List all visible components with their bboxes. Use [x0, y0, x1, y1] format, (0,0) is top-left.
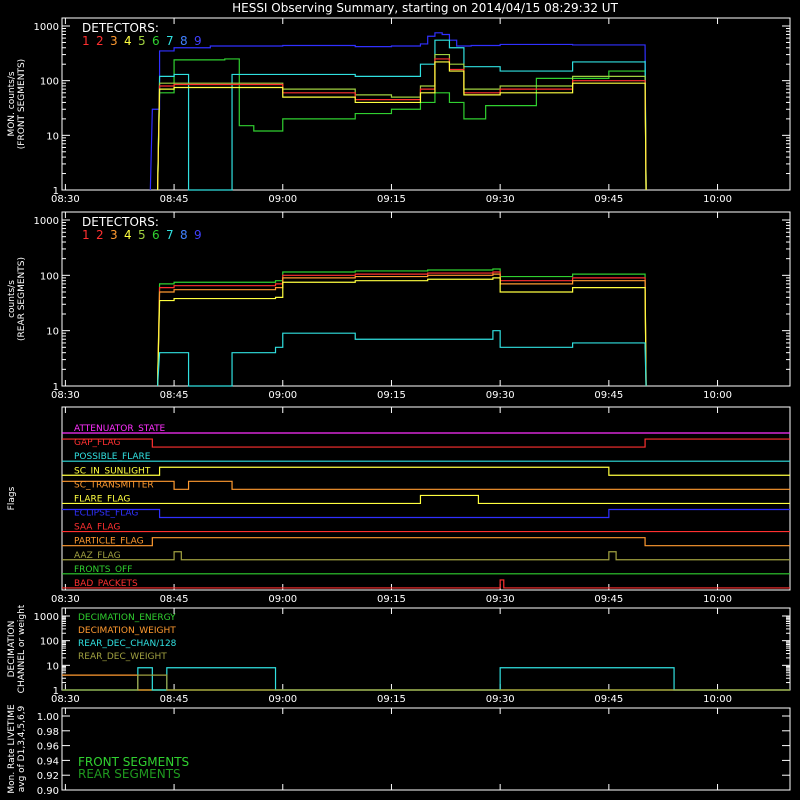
x-tick-label: 09:45 [594, 694, 623, 705]
legend-detector-5: 5 [138, 228, 146, 242]
legend-detector-8: 8 [180, 228, 188, 242]
x-tick-label: 08:30 [51, 694, 80, 705]
flag-label-sc_transmitter: SC_TRANSMITTER [74, 480, 154, 490]
flag-label-gap_flag: GAP_FLAG [74, 438, 120, 448]
x-tick-label: 10:00 [703, 694, 732, 705]
x-tick-label: 09:30 [486, 194, 515, 205]
y-axis-label: Mon. Rate LIVETIME [7, 704, 17, 794]
x-tick-label: 09:15 [377, 594, 406, 605]
flag-label-fronts_off: FRONTS_OFF [74, 565, 132, 575]
legend-detector-7: 7 [166, 228, 174, 242]
y-tick-label: 0.96 [37, 742, 59, 753]
y-axis-label: DECIMATION [7, 621, 17, 678]
legend-detector-3: 3 [110, 34, 118, 48]
y-axis-label: (REAR SEGMENTS) [17, 257, 27, 341]
legend-title: DETECTORS: [82, 21, 159, 35]
x-tick-label: 09:30 [486, 594, 515, 605]
flag-label-saa_flag: SAA_FLAG [74, 523, 120, 533]
x-tick-label: 10:00 [703, 390, 732, 401]
x-tick-label: 08:30 [51, 194, 80, 205]
x-tick-label: 08:45 [160, 594, 189, 605]
x-tick-label: 08:30 [51, 390, 80, 401]
chart-title: HESSI Observing Summary, starting on 201… [232, 1, 618, 15]
decimation-legend-0: DECIMATION_ENERGY [78, 613, 176, 623]
x-tick-label: 09:00 [268, 694, 297, 705]
y-tick-label: 100 [40, 77, 59, 88]
x-tick-label: 09:30 [486, 390, 515, 401]
legend-detector-6: 6 [152, 34, 160, 48]
y-axis-label: MON. counts/s [7, 71, 17, 136]
x-tick-label: 08:45 [160, 390, 189, 401]
y-axis-label: counts/s [7, 280, 17, 318]
y-axis-label: (FRONT SEGMENTS) [17, 59, 27, 149]
legend-title: DETECTORS: [82, 215, 159, 229]
legend-detector-2: 2 [96, 34, 104, 48]
y-tick-label: 10 [46, 131, 59, 142]
hessi-summary-chart: HESSI Observing Summary, starting on 201… [0, 0, 800, 800]
legend-detector-7: 7 [166, 34, 174, 48]
x-tick-label: 09:45 [594, 194, 623, 205]
x-tick-label: 09:00 [268, 390, 297, 401]
y-tick-label: 1000 [34, 216, 59, 227]
decimation-legend-3: REAR_DEC_WEIGHT [78, 652, 167, 662]
legend-detector-3: 3 [110, 228, 118, 242]
x-tick-label: 09:00 [268, 594, 297, 605]
y-tick-label: 0.92 [37, 771, 59, 782]
y-tick-label: 10 [46, 661, 59, 672]
flag-label-aaz_flag: AAZ_FLAG [74, 551, 121, 561]
flag-label-attenuator_state: ATTENUATOR_STATE [74, 424, 166, 434]
x-tick-label: 08:30 [51, 594, 80, 605]
flag-label-particle_flag: PARTICLE_FLAG [74, 537, 144, 547]
y-axis-label: CHANNEL or weight [17, 604, 27, 693]
y-tick-label: 0.98 [37, 727, 59, 738]
flag-label-flare_flag: FLARE_FLAG [74, 494, 130, 504]
x-tick-label: 10:00 [703, 594, 732, 605]
decimation-legend-2: REAR_DEC_CHAN/128 [78, 639, 177, 649]
y-tick-label: 10 [46, 327, 59, 338]
x-tick-label: 09:15 [377, 694, 406, 705]
y-tick-label: 0.94 [37, 756, 59, 767]
legend-detector-1: 1 [82, 34, 90, 48]
legend-detector-1: 1 [82, 228, 90, 242]
x-tick-label: 09:15 [377, 390, 406, 401]
y-axis-label: avg of D1,3,4,5,6,9 [17, 705, 27, 792]
y-tick-label: 100 [40, 271, 59, 282]
legend-detector-8: 8 [180, 34, 188, 48]
legend-detector-9: 9 [194, 228, 202, 242]
x-tick-label: 09:30 [486, 694, 515, 705]
legend-detector-9: 9 [194, 34, 202, 48]
legend-detector-4: 4 [124, 34, 132, 48]
flag-label-bad_packets: BAD_PACKETS [74, 579, 138, 589]
legend-detector-4: 4 [124, 228, 132, 242]
legend-detector-5: 5 [138, 34, 146, 48]
y-tick-label: 1000 [34, 612, 59, 623]
x-tick-label: 08:45 [160, 694, 189, 705]
x-tick-label: 08:45 [160, 194, 189, 205]
x-tick-label: 09:15 [377, 194, 406, 205]
y-tick-label: 1.00 [37, 712, 59, 723]
x-tick-label: 09:45 [594, 390, 623, 401]
x-tick-label: 10:00 [703, 194, 732, 205]
flag-label-sc_in_sunlight: SC_IN_SUNLIGHT [74, 466, 151, 476]
x-tick-label: 09:45 [594, 594, 623, 605]
legend-detector-6: 6 [152, 228, 160, 242]
y-axis-label: Flags [7, 486, 17, 510]
livetime-legend-1: REAR SEGMENTS [78, 767, 181, 781]
y-tick-label: 1000 [34, 22, 59, 33]
flag-label-eclipse_flag: ECLIPSE_FLAG [74, 509, 138, 519]
flag-label-possible_flare: POSSIBLE_FLARE [74, 452, 151, 462]
y-tick-label: 0.90 [37, 786, 59, 797]
y-tick-label: 100 [40, 637, 59, 648]
legend-detector-2: 2 [96, 228, 104, 242]
x-tick-label: 09:00 [268, 194, 297, 205]
decimation-legend-1: DECIMATION_WEIGHT [78, 626, 176, 636]
